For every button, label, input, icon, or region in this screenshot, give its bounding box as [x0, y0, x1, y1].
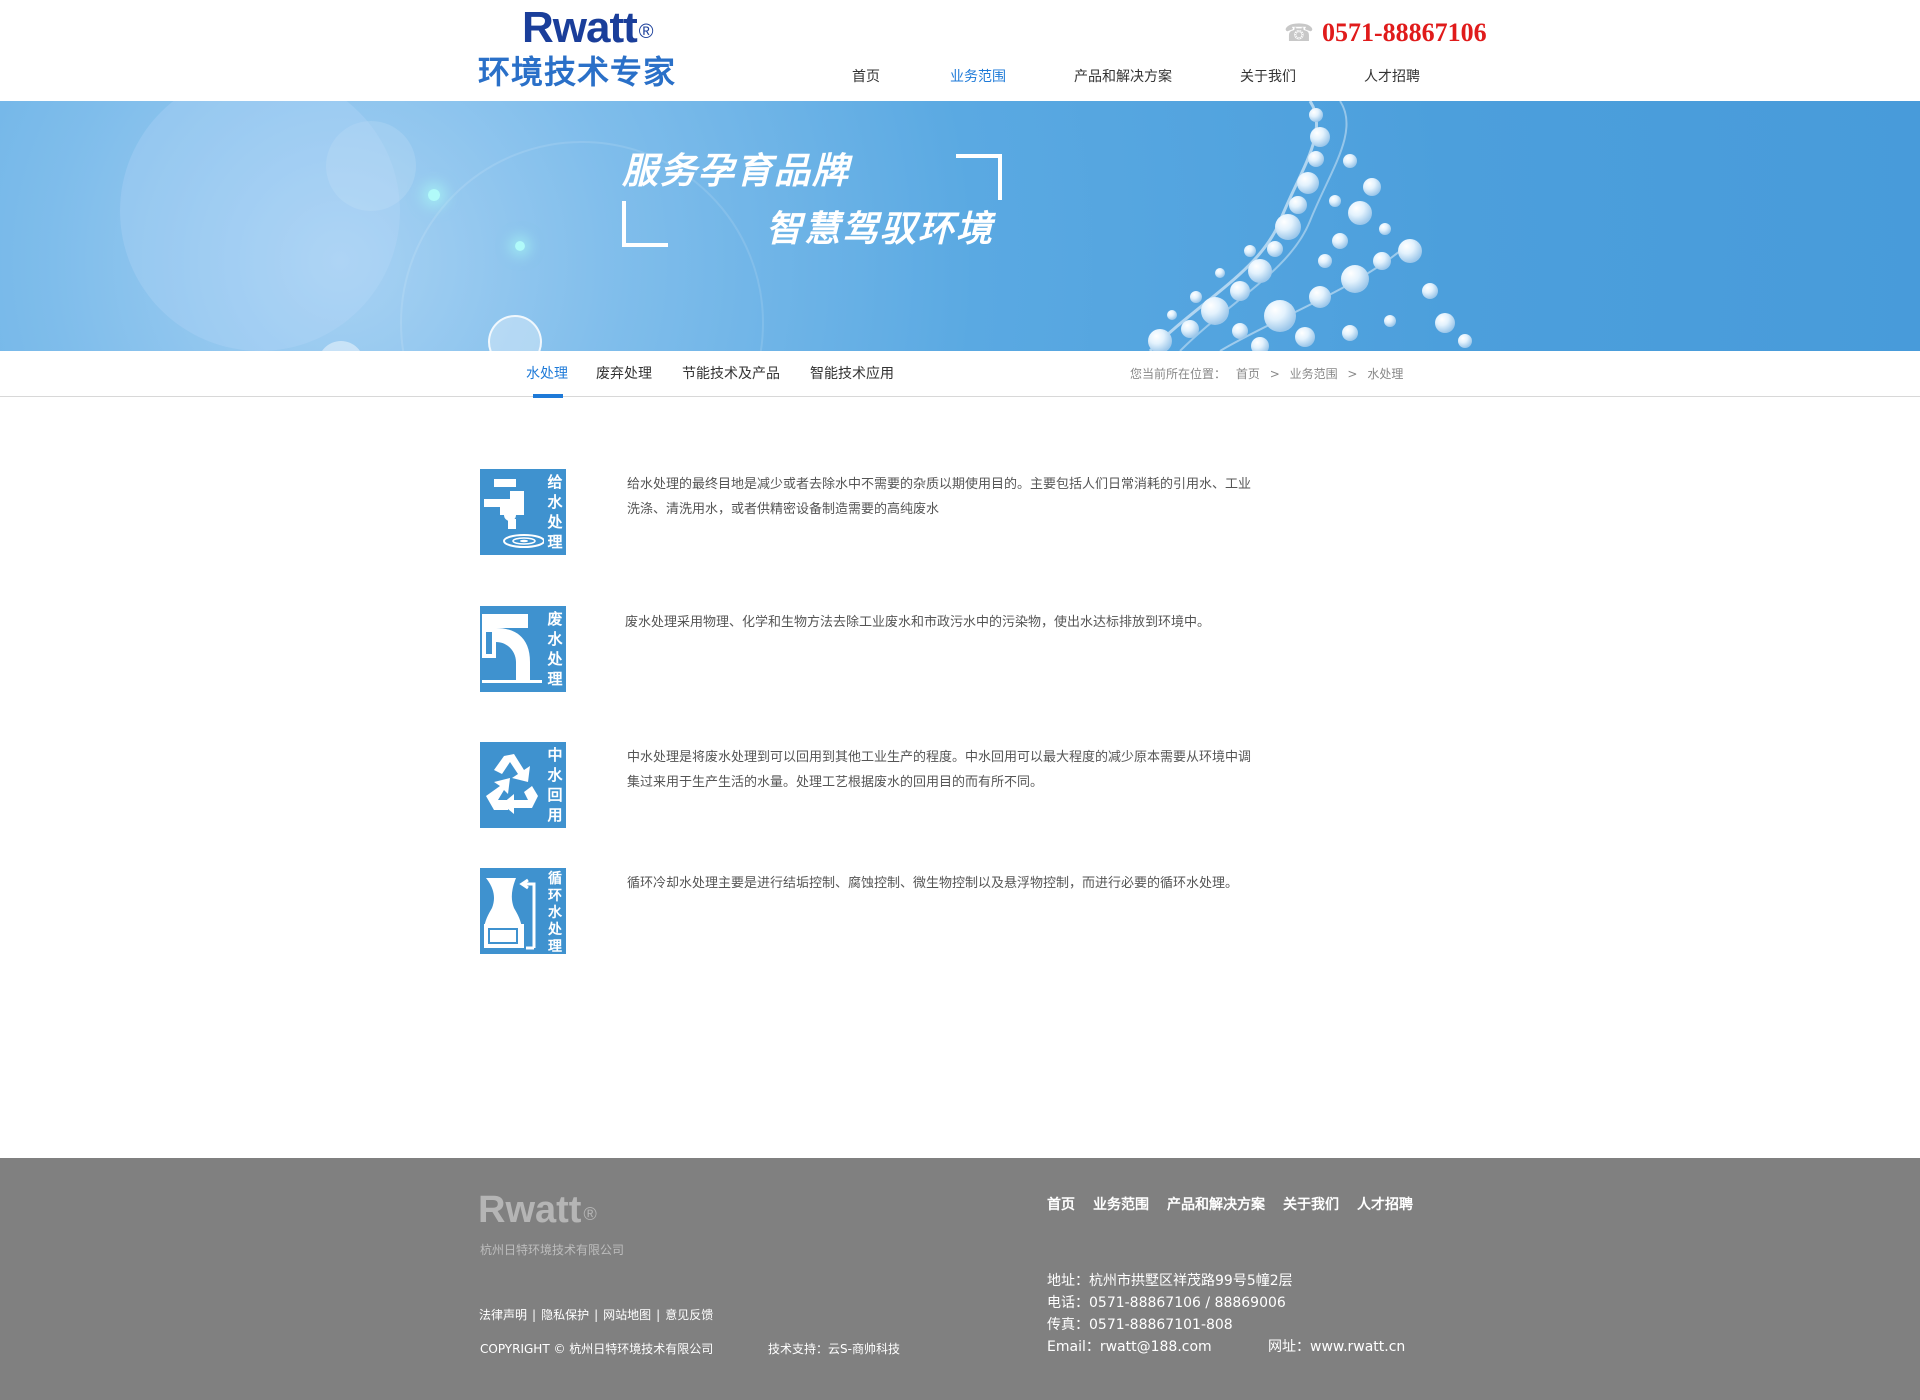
breadcrumb-sep: >	[1269, 367, 1280, 381]
logo[interactable]: Rwatt ®	[522, 3, 654, 52]
service-icon-circulating-water: 循环水处理	[480, 868, 566, 954]
cooling-tower-icon	[484, 878, 536, 950]
footer-link-feedback[interactable]: 意见反馈	[665, 1308, 713, 1322]
footer-copyright: COPYRIGHT © 杭州日特环境技术有限公司	[480, 1342, 714, 1356]
subnav-divider	[0, 396, 1920, 397]
footer-nav-home[interactable]: 首页	[1047, 1194, 1075, 1216]
tab-smart-tech[interactable]: 智能技术应用	[810, 362, 894, 386]
tab-energy-saving[interactable]: 节能技术及产品	[682, 362, 780, 386]
banner-sparkle	[515, 241, 525, 251]
footer-contact: 地址：杭州市拱墅区祥茂路99号5幢2层 电话：0571-88867106 / 8…	[1047, 1270, 1293, 1358]
header-phone: 0571-88867106	[1322, 18, 1487, 47]
service-icon-label: 中水回用	[547, 746, 563, 824]
tab-waste-treatment[interactable]: 废弃处理	[596, 362, 652, 386]
service-description: 废水处理采用物理、化学和生物方法去除工业废水和市政污水中的污染物，使出水达标排放…	[625, 615, 1211, 630]
footer	[0, 1158, 1920, 1400]
nav-business[interactable]: 业务范围	[950, 62, 1006, 92]
footer-nav-business[interactable]: 业务范围	[1093, 1194, 1149, 1216]
nav-careers[interactable]: 人才招聘	[1364, 62, 1420, 92]
footer-legal-links: 法律声明 | 隐私保护 | 网站地图 | 意见反馈	[479, 1306, 713, 1324]
service-icon-label: 废水处理	[547, 610, 563, 688]
service-description: 中水处理是将废水处理到可以回用到其他工业生产的程度。中水回用可以最大程度的减少原…	[627, 750, 1252, 790]
service-icon-water-reuse: 中水回用	[480, 742, 566, 828]
banner-title-line2: 智慧驾驭环境	[766, 209, 995, 250]
service-icon-label: 给水处理	[547, 473, 563, 551]
logo-registered-mark: ®	[638, 21, 654, 43]
footer-link-privacy[interactable]: 隐私保护	[541, 1308, 589, 1322]
recycle-icon	[486, 754, 538, 814]
hero-banner: 服务孕育品牌 智慧驾驭环境	[0, 101, 1920, 351]
footer-company-name: 杭州日特环境技术有限公司	[480, 1243, 625, 1257]
main-nav: 首页 业务范围 产品和解决方案 关于我们 人才招聘	[820, 62, 1420, 92]
banner-glow	[120, 101, 400, 351]
logo-slogan: 环境技术专家	[478, 53, 677, 91]
faucet-icon	[484, 479, 544, 548]
globe-icon	[318, 341, 364, 351]
footer-email[interactable]: Email：rwatt@188.com	[1047, 1336, 1293, 1358]
breadcrumb: 您当前所在位置： 首页 > 业务范围 > 水处理	[1130, 364, 1409, 384]
footer-link-sitemap[interactable]: 网站地图	[603, 1308, 651, 1322]
breadcrumb-business[interactable]: 业务范围	[1290, 367, 1338, 381]
footer-website[interactable]: 网址：www.rwatt.cn	[1268, 1336, 1405, 1358]
nav-about[interactable]: 关于我们	[1240, 62, 1296, 92]
footer-tel: 电话：0571-88867106 / 88869006	[1047, 1295, 1286, 1311]
molecule-illustration	[1148, 101, 1472, 351]
footer-logo[interactable]: Rwatt ®	[478, 1188, 597, 1232]
banner-sparkle	[428, 189, 440, 201]
service-description: 循环冷却水处理主要是进行结垢控制、腐蚀控制、微生物控制以及悬浮物控制，而进行必要…	[627, 876, 1239, 891]
footer-link-separator: |	[532, 1308, 537, 1322]
footer-nav-about[interactable]: 关于我们	[1283, 1194, 1339, 1216]
banner-title-line1: 服务孕育品牌	[622, 151, 851, 192]
footer-link-legal[interactable]: 法律声明	[479, 1308, 527, 1322]
service-icon-water-supply: 给水处理	[480, 469, 566, 555]
footer-logo-registered-mark: ®	[583, 1204, 597, 1224]
footer-address: 地址：杭州市拱墅区祥茂路99号5幢2层	[1047, 1273, 1293, 1289]
breadcrumb-label: 您当前所在位置：	[1130, 367, 1227, 381]
footer-link-separator: |	[594, 1308, 599, 1322]
logo-text: Rwatt	[522, 3, 638, 52]
service-description: 给水处理的最终目地是减少或者去除水中不需要的杂质以期使用目的。主要包括人们日常消…	[627, 477, 1252, 517]
footer-tech-support[interactable]: 技术支持：云S-商帅科技	[768, 1340, 900, 1358]
banner-bracket	[622, 201, 668, 247]
service-icon-wastewater: 废水处理	[480, 606, 566, 692]
breadcrumb-sep: >	[1347, 367, 1358, 381]
service-icon-label: 循环水处理	[548, 871, 562, 954]
subnav-active-indicator	[533, 394, 563, 398]
sub-nav: 水处理 废弃处理 节能技术及产品 智能技术应用	[526, 362, 894, 386]
tab-water-treatment[interactable]: 水处理	[526, 362, 568, 386]
breadcrumb-home[interactable]: 首页	[1236, 367, 1260, 381]
phone-icon: ☎	[1284, 19, 1314, 47]
footer-nav-products[interactable]: 产品和解决方案	[1167, 1194, 1265, 1216]
footer-link-separator: |	[656, 1308, 661, 1322]
footer-fax: 传真：0571-88867101-808	[1047, 1317, 1233, 1333]
footer-logo-text: Rwatt	[478, 1189, 582, 1231]
nav-home[interactable]: 首页	[852, 62, 880, 92]
pipe-icon	[482, 614, 542, 683]
footer-nav-careers[interactable]: 人才招聘	[1357, 1194, 1413, 1216]
breadcrumb-current: 水处理	[1367, 367, 1404, 381]
banner-bracket	[956, 154, 1002, 200]
footer-nav: 首页 业务范围 产品和解决方案 关于我们 人才招聘	[1047, 1194, 1413, 1216]
nav-products[interactable]: 产品和解决方案	[1074, 62, 1172, 92]
